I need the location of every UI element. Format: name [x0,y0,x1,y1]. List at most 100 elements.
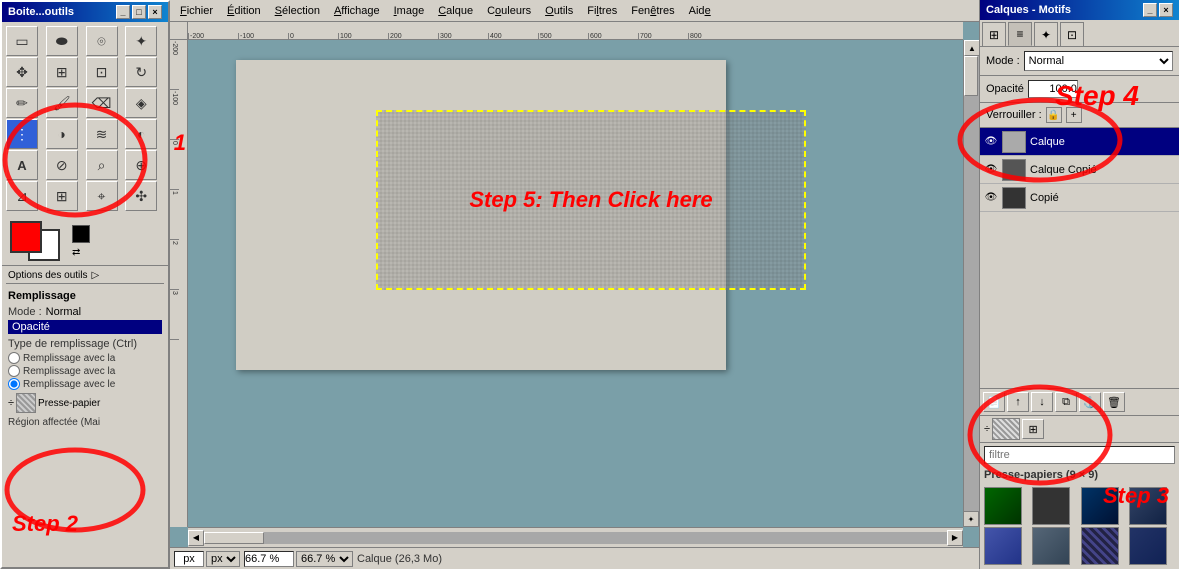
maximize-button[interactable]: □ [132,5,146,19]
scroll-h-track[interactable] [204,532,947,544]
magnify-tool[interactable]: ⊕ [125,150,157,180]
delete-layer-button[interactable]: 🗑 [1103,392,1125,412]
menu-fichier[interactable]: Fichier [174,3,219,19]
rt-800: 800 [688,33,738,39]
move-tool[interactable]: ✥ [6,57,38,87]
zoom-input[interactable] [244,551,294,567]
tab-patterns[interactable]: ✦ [1034,22,1058,46]
foreground-color-box[interactable] [10,221,42,253]
lower-layer-button[interactable]: ↓ [1031,392,1053,412]
pattern-preview[interactable] [16,393,36,413]
canvas-viewport[interactable]: Step 5: Then Click here [206,40,963,527]
radio-pattern[interactable] [8,378,20,390]
options-tab-arrow: ▷ [92,270,100,281]
rect-select-tool[interactable]: ▭ [6,26,38,56]
minimize-button[interactable]: _ [116,5,130,19]
radio-bg[interactable] [8,365,20,377]
new-layer-button[interactable]: 📄 [983,392,1005,412]
menu-aide[interactable]: Aide [683,3,717,19]
layer-eye-copie1[interactable]: 👁 [984,163,998,177]
radio-fg[interactable] [8,352,20,364]
scroll-up-button[interactable]: ▲ [964,40,979,56]
panel-minimize[interactable]: _ [1143,3,1157,17]
pencil-tool[interactable]: ✏ [6,88,38,118]
eraser-tool[interactable]: ⌫ [86,88,118,118]
scroll-h-thumb[interactable] [204,532,264,544]
pattern-row: ÷ Presse-papier [8,393,162,413]
unit-dropdown[interactable]: px [206,551,240,567]
motif-7[interactable] [1081,527,1119,565]
motifs-expand[interactable]: ⊞ [1022,419,1044,439]
pattern-divider: ÷ [8,397,14,409]
path-tool[interactable]: ⊿ [6,181,38,211]
motif-5[interactable] [984,527,1022,565]
dodge-tool[interactable]: ◐ [125,119,157,149]
crop-tool[interactable]: ⊡ [86,57,118,87]
text-tool[interactable]: A [6,150,38,180]
layer-eye-copie2[interactable]: 👁 [984,191,998,205]
menu-filtres[interactable]: Filtres [581,3,623,19]
fuzzy-select-tool[interactable]: ✦ [125,26,157,56]
radio-label-1: Remplissage avec la [23,353,115,364]
menu-image[interactable]: Image [388,3,431,19]
selection-rect[interactable]: Step 5: Then Click here [376,110,806,290]
menu-calque[interactable]: Calque [432,3,479,19]
airbrush-tool[interactable]: ◈ [125,88,157,118]
blend-tool[interactable]: ◑ [46,119,78,149]
panel-mode-select[interactable]: Normal [1024,51,1173,71]
ellipse-select-tool[interactable]: ⬬ [46,26,78,56]
duplicate-layer-button[interactable]: ⧉ [1055,392,1077,412]
tab-layers[interactable]: ⊞ [982,22,1006,46]
clone-tool[interactable]: ⌖ [86,181,118,211]
menu-selection[interactable]: Sélection [269,3,326,19]
transform-tool[interactable]: ⊞ [46,181,78,211]
scrollbar-vertical[interactable]: ▲ ▼ [963,40,979,527]
scroll-right-button[interactable]: ▶ [947,530,963,546]
layer-item-copie2[interactable]: 👁 Copié [980,184,1179,212]
layer-thumb-calque [1002,131,1026,153]
measure-tool[interactable]: ⊘ [46,150,78,180]
motif-8[interactable] [1129,527,1167,565]
menu-couleurs[interactable]: Couleurs [481,3,537,19]
tab-channels[interactable]: ≡ [1008,22,1032,46]
swap-colors[interactable]: ⇄ [72,247,90,258]
rt-100: -100 [238,33,288,39]
opacity-label: Opacité [12,321,50,333]
anchor-layer-button[interactable]: ⚓ [1079,392,1101,412]
layer-eye-calque[interactable]: 👁 [984,135,998,149]
options-tab-label[interactable]: Options des outils [8,270,88,281]
motif-6[interactable] [1032,527,1070,565]
layer-item-copie1[interactable]: 👁 Calque Copié [980,156,1179,184]
motif-1[interactable] [984,487,1022,525]
smudge-tool[interactable]: ≋ [86,119,118,149]
menu-fenetres[interactable]: Fenêtres [625,3,680,19]
raise-layer-button[interactable]: ↑ [1007,392,1029,412]
tab-extra[interactable]: ⊡ [1060,22,1084,46]
free-select-tool[interactable]: ⌾ [86,26,118,56]
brush-tool[interactable]: 🖌 [46,88,78,118]
scroll-left-button[interactable]: ◀ [188,530,204,546]
close-button[interactable]: × [148,5,162,19]
scroll-v-track[interactable] [964,56,979,511]
zoom-dropdown[interactable]: 66.7 % [296,551,353,567]
panel-close[interactable]: × [1159,3,1173,17]
menu-affichage[interactable]: Affichage [328,3,386,19]
scrollbar-horizontal[interactable]: ◀ ▶ [188,527,963,547]
canvas-document[interactable]: Step 5: Then Click here [236,60,726,370]
rotate-tool[interactable]: ↻ [125,57,157,87]
align-tool[interactable]: ⊞ [46,57,78,87]
filter-input[interactable] [984,446,1175,464]
expand-corner[interactable]: ✦ [963,511,979,527]
color-boxes[interactable] [10,221,60,261]
menu-outils[interactable]: Outils [539,3,579,19]
motif-2[interactable] [1032,487,1070,525]
fill-tool[interactable]: ⋮ [6,119,38,149]
layer-item-calque[interactable]: 👁 Calque [980,128,1179,156]
scroll-v-thumb[interactable] [964,56,978,96]
eyedrop-tool[interactable]: ⌕ [86,150,118,180]
heal-tool[interactable]: ✣ [125,181,157,211]
motifs-preview-small[interactable] [992,418,1020,440]
unit-input[interactable] [174,551,204,567]
menu-edition[interactable]: Édition [221,3,267,19]
menubar: Fichier Édition Sélection Affichage Imag… [170,0,979,22]
